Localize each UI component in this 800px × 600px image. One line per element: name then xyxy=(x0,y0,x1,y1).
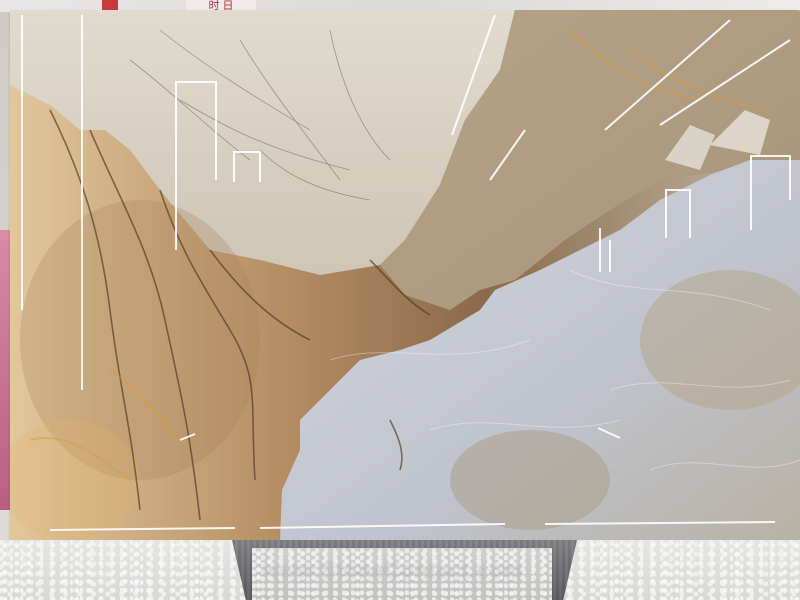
marble-slab-texture xyxy=(10,10,800,540)
photo-scene: 时 日 www.StoneContact.com xyxy=(0,0,800,600)
marble-slab xyxy=(10,10,800,540)
watermark: www.StoneContact.com xyxy=(262,558,523,583)
